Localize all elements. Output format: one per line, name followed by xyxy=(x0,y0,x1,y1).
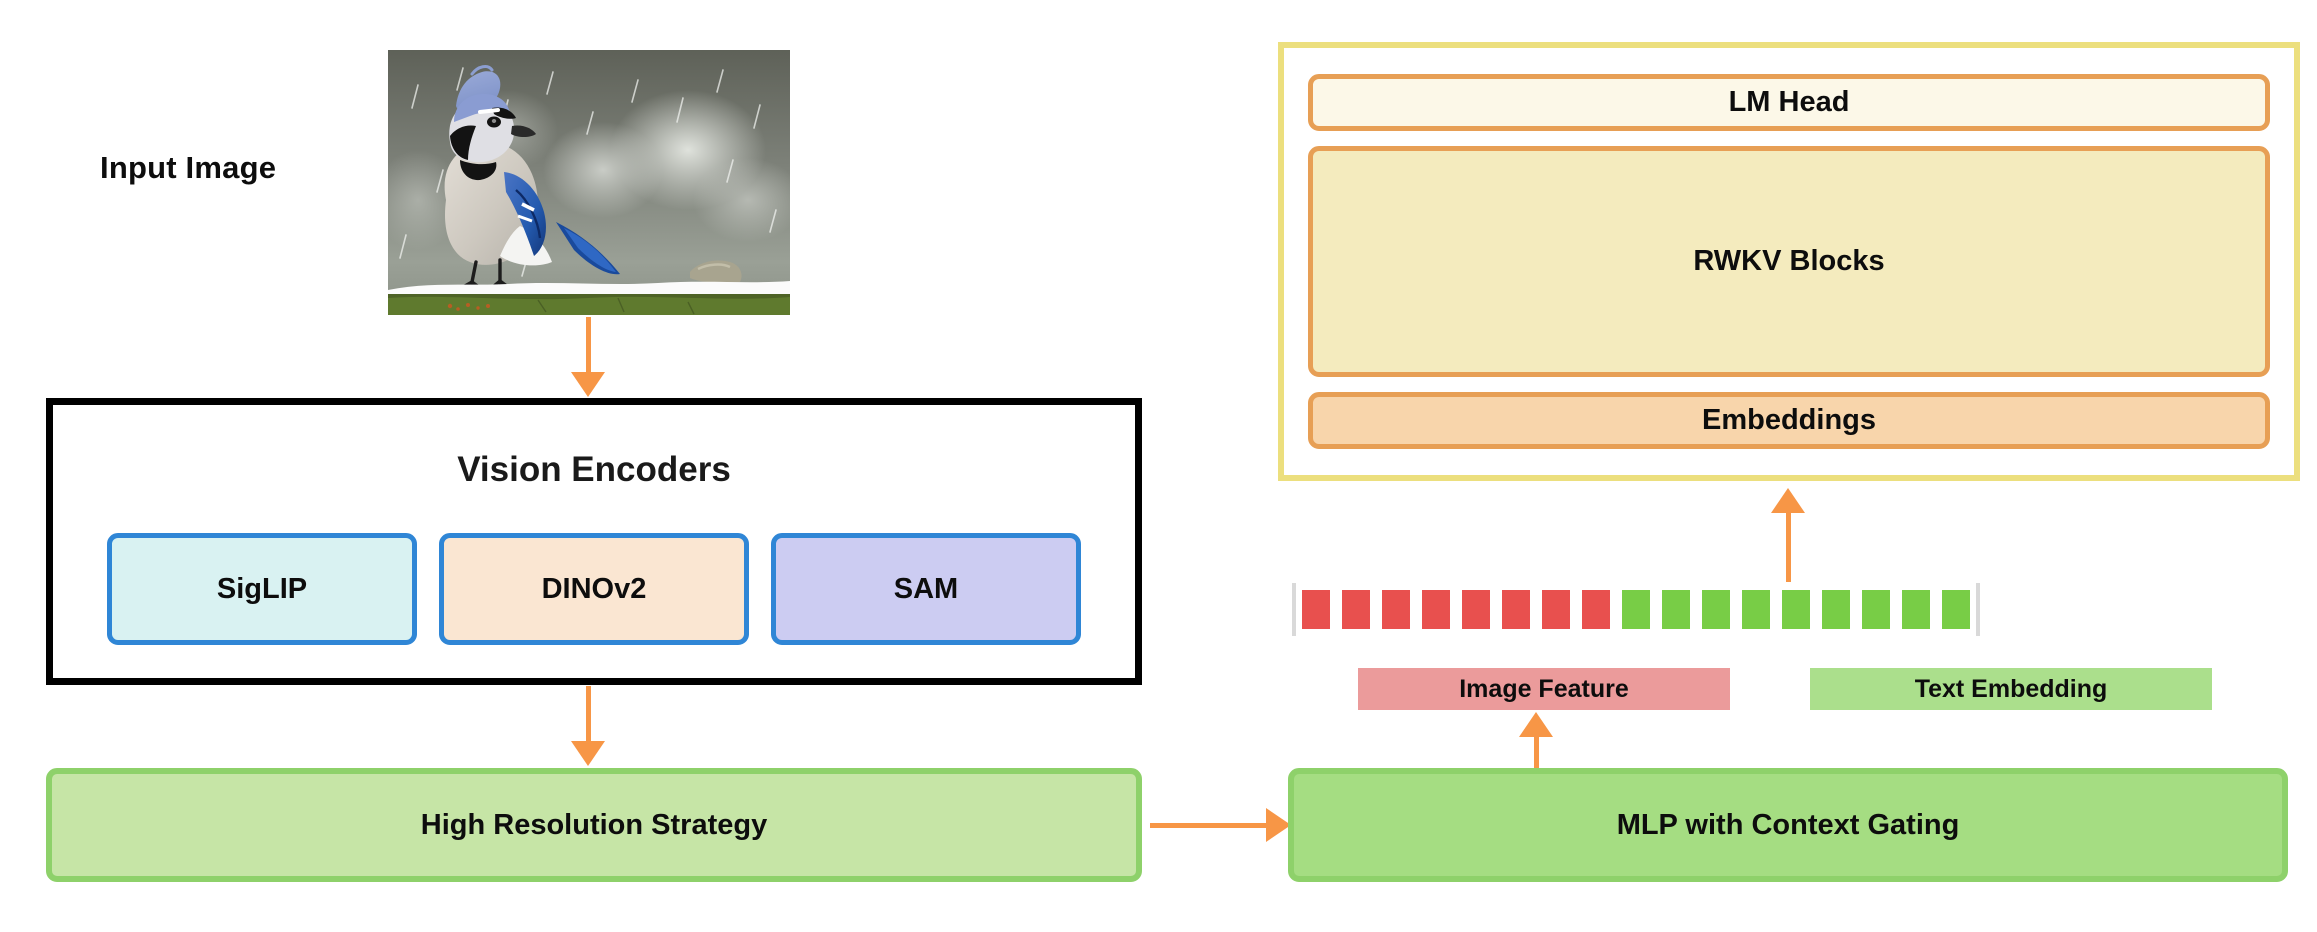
vision-encoders-title: Vision Encoders xyxy=(457,450,731,489)
image-feature-token xyxy=(1576,583,1616,636)
image-feature-token xyxy=(1496,583,1536,636)
image-feature-token xyxy=(1416,583,1456,636)
arrow-highres-to-mlp-line xyxy=(1150,823,1268,828)
token-sequence-strip xyxy=(1292,583,1980,636)
arrow-image-to-vision-encoders-line xyxy=(586,317,591,374)
lm-head-box[interactable]: LM Head xyxy=(1308,74,2270,131)
input-image-photo xyxy=(388,50,790,315)
text-embedding-token xyxy=(1816,583,1856,636)
legend-text-embedding: Text Embedding xyxy=(1810,668,2212,710)
arrow-tokens-to-embeddings-line xyxy=(1786,510,1791,582)
input-image-label: Input Image xyxy=(100,150,277,185)
text-embedding-token xyxy=(1656,583,1696,636)
text-embedding-token xyxy=(1856,583,1896,636)
text-embedding-token xyxy=(1736,583,1776,636)
encoder-box-sam[interactable]: SAM xyxy=(771,533,1081,645)
arrow-image-to-vision-encoders-head xyxy=(571,372,605,397)
legend-image-feature-label: Image Feature xyxy=(1459,674,1629,703)
encoder-box-siglip[interactable]: SigLIP xyxy=(107,533,417,645)
vision-encoders-container: Vision Encoders SigLIP DINOv2 SAM xyxy=(46,398,1142,685)
text-embedding-token xyxy=(1776,583,1816,636)
embeddings-label: Embeddings xyxy=(1701,404,1876,436)
lm-head-label: LM Head xyxy=(1728,86,1850,118)
image-feature-token xyxy=(1456,583,1496,636)
encoder-label-sam: SAM xyxy=(893,572,959,605)
encoder-row: SigLIP DINOv2 SAM xyxy=(107,533,1081,645)
image-feature-token xyxy=(1376,583,1416,636)
text-embedding-token xyxy=(1616,583,1656,636)
encoder-label-dinov2: DINOv2 xyxy=(541,572,647,605)
mlp-context-gating-box[interactable]: MLP with Context Gating xyxy=(1288,768,2288,882)
text-embedding-token xyxy=(1696,583,1736,636)
text-embedding-token xyxy=(1896,583,1936,636)
arrow-encoders-to-highres-head xyxy=(571,741,605,766)
language-model-stack: LM Head RWKV Blocks Embeddings xyxy=(1308,74,2270,449)
blue-jay-photo-illustration xyxy=(388,50,790,315)
mlp-context-gating-label: MLP with Context Gating xyxy=(1616,808,1960,841)
legend-text-embedding-label: Text Embedding xyxy=(1914,674,2108,703)
arrow-encoders-to-highres-line xyxy=(586,686,591,743)
rwkv-blocks-box[interactable]: RWKV Blocks xyxy=(1308,146,2270,377)
embeddings-box[interactable]: Embeddings xyxy=(1308,392,2270,449)
rwkv-blocks-label: RWKV Blocks xyxy=(1693,245,1885,277)
image-feature-token xyxy=(1336,583,1376,636)
arrow-tokens-to-embeddings-head xyxy=(1771,488,1805,513)
high-resolution-strategy-box[interactable]: High Resolution Strategy xyxy=(46,768,1142,882)
architecture-diagram: Input Image Vision Encoders SigLIP DINOv… xyxy=(0,0,2317,932)
image-feature-token xyxy=(1296,583,1336,636)
high-resolution-strategy-label: High Resolution Strategy xyxy=(420,808,768,841)
image-feature-token xyxy=(1536,583,1576,636)
arrow-mlp-to-image-feature-head xyxy=(1519,712,1553,737)
encoder-box-dinov2[interactable]: DINOv2 xyxy=(439,533,749,645)
language-model-container: LM Head RWKV Blocks Embeddings xyxy=(1278,42,2300,481)
legend-image-feature: Image Feature xyxy=(1358,668,1730,710)
text-embedding-token xyxy=(1936,583,1976,636)
encoder-label-siglip: SigLIP xyxy=(216,572,308,605)
